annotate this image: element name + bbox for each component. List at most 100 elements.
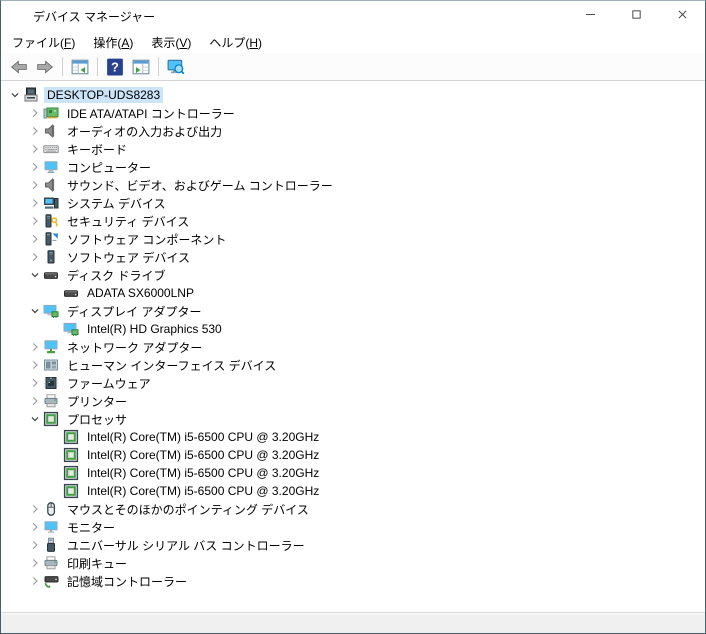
tree-row[interactable]: ディスプレイ アダプター (1, 302, 705, 320)
tree-item-label[interactable]: IDE ATA/ATAPI コントローラー (64, 104, 238, 123)
tree-row[interactable]: オーディオの入力および出力 (1, 122, 705, 140)
tree-item-label[interactable]: ディスク ドライブ (64, 266, 169, 285)
tree-row[interactable]: Intel(R) Core(TM) i5-6500 CPU @ 3.20GHz (1, 428, 705, 446)
network-adapter-icon (43, 339, 59, 355)
ide-controller-icon (43, 105, 59, 121)
chevron-collapsed-icon[interactable] (27, 213, 43, 229)
forward-arrow-button[interactable] (32, 55, 58, 78)
tree-item-label[interactable]: ソフトウェア デバイス (64, 248, 193, 267)
tree-row[interactable]: ヒューマン インターフェイス デバイス (1, 356, 705, 374)
tree-item-label[interactable]: サウンド、ビデオ、およびゲーム コントローラー (64, 176, 336, 195)
tree-row[interactable]: ユニバーサル シリアル バス コントローラー (1, 536, 705, 554)
chevron-collapsed-icon[interactable] (27, 375, 43, 391)
chevron-collapsed-icon[interactable] (27, 231, 43, 247)
tree-row[interactable]: DESKTOP-UDS8283 (1, 86, 705, 104)
chevron-collapsed-icon[interactable] (27, 141, 43, 157)
tree-item-label[interactable]: プリンター (64, 392, 130, 411)
tree-row[interactable]: システム デバイス (1, 194, 705, 212)
chevron-placeholder (47, 429, 63, 445)
menu-item-0[interactable]: ファイル(F) (3, 31, 84, 54)
console-tree-button[interactable] (67, 55, 93, 78)
tree-row[interactable]: ファームウェア (1, 374, 705, 392)
tree-row[interactable]: プリンター (1, 392, 705, 410)
tree-row[interactable]: 記憶域コントローラー (1, 572, 705, 590)
tree-item-label[interactable]: Intel(R) Core(TM) i5-6500 CPU @ 3.20GHz (84, 483, 322, 499)
tree-item-label[interactable]: ユニバーサル シリアル バス コントローラー (64, 536, 308, 555)
tree-item-label[interactable]: DESKTOP-UDS8283 (44, 87, 164, 103)
tree-item-label[interactable]: Intel(R) Core(TM) i5-6500 CPU @ 3.20GHz (84, 429, 322, 445)
chevron-collapsed-icon[interactable] (27, 573, 43, 589)
chevron-collapsed-icon[interactable] (27, 537, 43, 553)
tree-row[interactable]: IDE ATA/ATAPI コントローラー (1, 104, 705, 122)
tree-row[interactable]: Intel(R) Core(TM) i5-6500 CPU @ 3.20GHz (1, 446, 705, 464)
tree-item-label[interactable]: Intel(R) HD Graphics 530 (84, 321, 225, 337)
tree-item-label[interactable]: Intel(R) Core(TM) i5-6500 CPU @ 3.20GHz (84, 447, 322, 463)
tree-row[interactable]: Intel(R) Core(TM) i5-6500 CPU @ 3.20GHz (1, 464, 705, 482)
chevron-collapsed-icon[interactable] (27, 555, 43, 571)
tree-row[interactable]: サウンド、ビデオ、およびゲーム コントローラー (1, 176, 705, 194)
tree-item-label[interactable]: オーディオの入力および出力 (64, 122, 225, 141)
tree-row[interactable]: ネットワーク アダプター (1, 338, 705, 356)
tree-item-label[interactable]: ファームウェア (64, 374, 154, 393)
tree-row[interactable]: マウスとそのほかのポインティング デバイス (1, 500, 705, 518)
menu-item-1[interactable]: 操作(A) (84, 31, 142, 54)
menu-item-3[interactable]: ヘルプ(H) (200, 31, 271, 54)
action-pane-button[interactable] (128, 55, 154, 78)
chevron-expanded-icon[interactable] (27, 303, 43, 319)
chevron-collapsed-icon[interactable] (27, 519, 43, 535)
chevron-expanded-icon[interactable] (7, 87, 23, 103)
firmware-icon (43, 375, 59, 391)
close-button[interactable] (659, 1, 705, 31)
tree-item-label[interactable]: ADATA SX6000LNP (84, 285, 197, 301)
tree-row[interactable]: プロセッサ (1, 410, 705, 428)
tree-row[interactable]: 印刷キュー (1, 554, 705, 572)
tree-row[interactable]: ソフトウェア コンポーネント (1, 230, 705, 248)
chevron-collapsed-icon[interactable] (27, 105, 43, 121)
tree-item-label[interactable]: ソフトウェア コンポーネント (64, 230, 229, 249)
tree-item-label[interactable]: システム デバイス (64, 194, 169, 213)
help-button[interactable]: ? (102, 55, 128, 78)
chevron-collapsed-icon[interactable] (27, 159, 43, 175)
security-device-icon (43, 213, 59, 229)
tree-row[interactable]: ディスク ドライブ (1, 266, 705, 284)
tree-item-label[interactable]: コンピューター (64, 158, 154, 177)
chevron-collapsed-icon[interactable] (27, 501, 43, 517)
tree-row[interactable]: Intel(R) Core(TM) i5-6500 CPU @ 3.20GHz (1, 482, 705, 500)
chevron-expanded-icon[interactable] (27, 267, 43, 283)
tree-item-label[interactable]: セキュリティ デバイス (64, 212, 192, 231)
tree-row[interactable]: ADATA SX6000LNP (1, 284, 705, 302)
tree-row[interactable]: セキュリティ デバイス (1, 212, 705, 230)
maximize-button[interactable] (613, 1, 659, 31)
back-arrow-button[interactable] (6, 55, 32, 78)
chevron-collapsed-icon[interactable] (27, 393, 43, 409)
tree-item-label[interactable]: マウスとそのほかのポインティング デバイス (64, 500, 312, 519)
audio-icon (43, 123, 59, 139)
tree-item-label[interactable]: ヒューマン インターフェイス デバイス (64, 356, 279, 375)
scan-hardware-icon (167, 58, 185, 76)
tree-item-label[interactable]: ディスプレイ アダプター (64, 302, 205, 321)
tree-item-label[interactable]: キーボード (64, 140, 130, 159)
chevron-collapsed-icon[interactable] (27, 177, 43, 193)
tree-item-label[interactable]: ネットワーク アダプター (64, 338, 205, 357)
help-icon: ? (106, 58, 124, 76)
chevron-collapsed-icon[interactable] (27, 357, 43, 373)
tree-row[interactable]: ソフトウェア デバイス (1, 248, 705, 266)
tree-item-label[interactable]: プロセッサ (64, 410, 130, 429)
tree-item-label[interactable]: Intel(R) Core(TM) i5-6500 CPU @ 3.20GHz (84, 465, 322, 481)
minimize-button[interactable] (567, 1, 613, 31)
chevron-collapsed-icon[interactable] (27, 123, 43, 139)
scan-hardware-button[interactable] (163, 55, 189, 78)
display-adapter-icon (43, 303, 59, 319)
tree-row[interactable]: キーボード (1, 140, 705, 158)
tree-item-label[interactable]: モニター (64, 518, 118, 537)
tree-row[interactable]: Intel(R) HD Graphics 530 (1, 320, 705, 338)
chevron-expanded-icon[interactable] (27, 411, 43, 427)
tree-row[interactable]: モニター (1, 518, 705, 536)
chevron-collapsed-icon[interactable] (27, 195, 43, 211)
tree-row[interactable]: コンピューター (1, 158, 705, 176)
chevron-collapsed-icon[interactable] (27, 339, 43, 355)
tree-item-label[interactable]: 印刷キュー (64, 554, 130, 573)
tree-item-label[interactable]: 記憶域コントローラー (64, 572, 190, 591)
chevron-collapsed-icon[interactable] (27, 249, 43, 265)
menu-item-2[interactable]: 表示(V) (142, 31, 200, 54)
